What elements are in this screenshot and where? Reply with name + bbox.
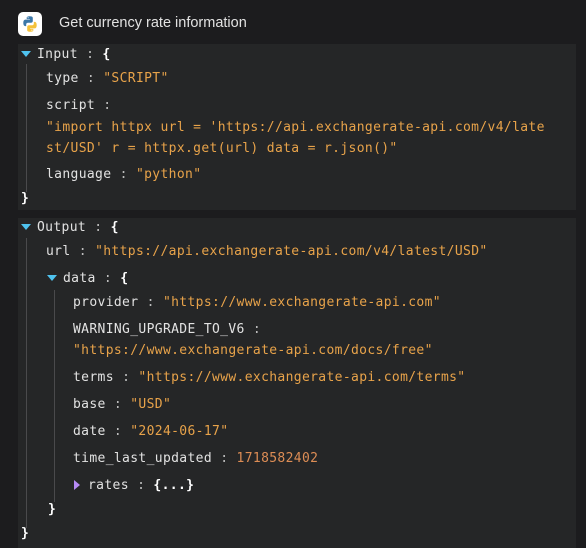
base-key: base: [73, 397, 106, 412]
provider-value: "https://www.exchangerate-api.com": [162, 295, 441, 310]
date-row: date : "2024-06-17": [73, 424, 229, 439]
input-language-row: language : "python": [46, 167, 202, 182]
base-value: "USD": [130, 397, 172, 412]
url-key: url: [46, 244, 71, 259]
script-value: "import httpx url = 'https://api.exchang…: [46, 120, 545, 135]
header: Get currency rate information: [0, 0, 586, 46]
indent-guide-nested: [54, 290, 55, 502]
expand-arrow-icon[interactable]: [47, 274, 57, 281]
output-url-row: url : "https://api.exchangerate-api.com/…: [46, 244, 488, 259]
language-value: "python": [135, 167, 202, 182]
script-value-line-1: "import httpx url = 'https://api.exchang…: [46, 119, 545, 137]
data-label: data: [63, 271, 96, 286]
rates-node[interactable]: rates : {...}: [74, 477, 194, 495]
data-closing-brace: }: [48, 502, 57, 517]
data-node[interactable]: data : {: [47, 270, 128, 288]
language-key: language: [46, 167, 112, 182]
output-closing-brace: }: [21, 526, 30, 541]
warning-value: "https://www.exchangerate-api.com/docs/f…: [73, 343, 433, 358]
input-type-row: type : "SCRIPT": [46, 71, 169, 86]
provider-key: provider: [73, 295, 139, 310]
base-row: base : "USD": [73, 397, 172, 412]
provider-row: provider : "https://www.exchangerate-api…: [73, 295, 441, 310]
output-panel: Output : { url : "https://api.exchangera…: [18, 218, 576, 548]
url-value: "https://api.exchangerate-api.com/v4/lat…: [95, 244, 488, 259]
input-closing-brace: }: [21, 191, 30, 206]
indent-guide: [26, 238, 27, 528]
script-key: script: [46, 98, 96, 113]
expand-arrow-icon[interactable]: [21, 223, 31, 230]
warning-key-row: WARNING_UPGRADE_TO_V6 :: [73, 322, 262, 337]
rates-collapsed-value[interactable]: {...}: [153, 478, 194, 493]
expand-arrow-icon[interactable]: [21, 50, 31, 57]
collapsed-arrow-icon[interactable]: [74, 479, 80, 490]
terms-value: "https://www.exchangerate-api.com/terms": [138, 370, 466, 385]
time-last-updated-value: 1718582402: [236, 451, 319, 466]
output-label: Output: [37, 220, 87, 235]
script-value-continued: st/USD' r = httpx.get(url) data = r.json…: [46, 141, 398, 156]
script-value-line-2: st/USD' r = httpx.get(url) data = r.json…: [46, 140, 398, 158]
terms-row: terms : "https://www.exchangerate-api.co…: [73, 370, 466, 385]
input-label: Input: [37, 47, 78, 62]
type-value: "SCRIPT": [103, 71, 169, 86]
rates-key: rates: [88, 478, 129, 493]
page-title: Get currency rate information: [59, 15, 247, 31]
input-node[interactable]: Input : {: [21, 46, 111, 64]
time-last-updated-key: time_last_updated: [73, 451, 213, 466]
python-logo-icon: [18, 12, 42, 36]
warning-value-row: "https://www.exchangerate-api.com/docs/f…: [73, 342, 433, 360]
type-key: type: [46, 71, 79, 86]
indent-guide: [26, 64, 27, 192]
terms-key: terms: [73, 370, 114, 385]
input-script-key-row: script :: [46, 98, 112, 113]
date-value: "2024-06-17": [130, 424, 229, 439]
warning-key: WARNING_UPGRADE_TO_V6: [73, 322, 245, 337]
time-last-updated-row: time_last_updated : 1718582402: [73, 451, 319, 466]
output-node[interactable]: Output : {: [21, 219, 119, 237]
input-panel: Input : { type : "SCRIPT" script : "impo…: [18, 44, 576, 210]
date-key: date: [73, 424, 106, 439]
